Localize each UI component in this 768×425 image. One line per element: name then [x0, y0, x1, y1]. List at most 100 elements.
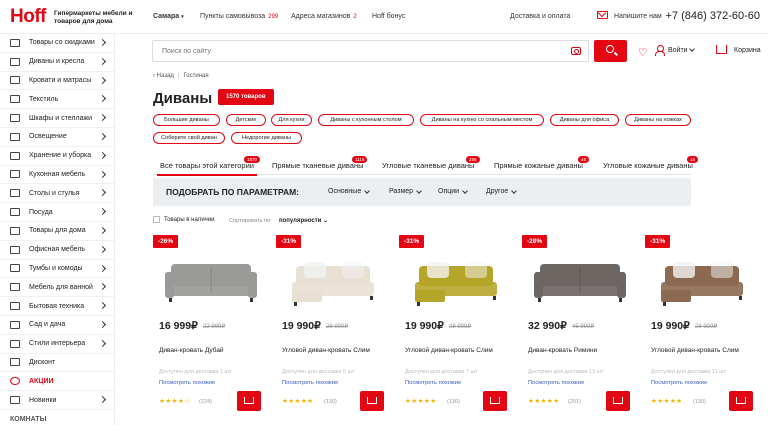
write-us-link[interactable]: Напишите нам	[614, 13, 662, 20]
chip-kitchen[interactable]: Для кухни	[271, 114, 312, 126]
cart-icon[interactable]	[716, 45, 727, 54]
home-goods-icon	[10, 226, 20, 235]
delivery-link[interactable]: Доставка и оплата	[510, 13, 570, 20]
tab-corner-fabric[interactable]: Угловые тканевые диваны	[382, 161, 474, 170]
sidebar-item-styles[interactable]: Стили интерьера	[0, 335, 114, 354]
tab-corner-leather[interactable]: Угловые кожаные диваны	[603, 161, 693, 170]
sidebar-item-garden[interactable]: Сад и дача	[0, 316, 114, 335]
hoff-logo[interactable]: Hoff	[10, 6, 46, 28]
product-image[interactable]	[159, 246, 263, 318]
review-count[interactable]: (130)	[324, 399, 337, 405]
sidebar-item-kitchen[interactable]: Кухонная мебель	[0, 166, 114, 185]
sidebar-item-sofas[interactable]: Диваны и кресла	[0, 53, 114, 72]
appliance-icon	[10, 302, 20, 311]
sidebar-item-dressers[interactable]: Тумбы и комоды	[0, 260, 114, 279]
chip-kitchen-sleeping[interactable]: Диваны на кухню со спальным местом	[420, 114, 544, 126]
add-to-cart-button[interactable]	[606, 391, 630, 411]
chip-kitchen-table[interactable]: Диваны с кухонным столом	[318, 114, 414, 126]
review-count[interactable]: (130)	[447, 399, 460, 405]
sidebar-item-storage[interactable]: Хранение и уборка	[0, 147, 114, 166]
city-selector[interactable]: Самара ▾	[153, 13, 184, 20]
camera-icon[interactable]	[571, 47, 581, 55]
sidebar-item-bathroom[interactable]: Мебель для ванной	[0, 278, 114, 298]
filter-other[interactable]: Другое	[486, 188, 508, 195]
chip-big-sofas[interactable]: Большие диваны	[153, 114, 220, 126]
chip-office[interactable]: Диваны для офиса	[550, 114, 619, 126]
add-to-cart-button[interactable]	[237, 391, 261, 411]
add-to-cart-button[interactable]	[360, 391, 384, 411]
sidebar-item-discount-store[interactable]: Дисконт	[0, 354, 114, 373]
product-name[interactable]: Диван-кровать Дубай	[159, 347, 224, 354]
filter-title: ПОДОБРАТЬ ПО ПАРАМЕТРАМ:	[166, 187, 299, 197]
sidebar-item-promotions[interactable]: АКЦИИ	[0, 372, 114, 392]
similar-link[interactable]: Посмотреть похожие	[405, 380, 461, 386]
sidebar-item-wardrobes[interactable]: Шкафы и стеллажи	[0, 109, 114, 128]
sidebar-item-appliances[interactable]: Бытовая техника	[0, 297, 114, 316]
filter-size[interactable]: Размер	[389, 188, 413, 195]
in-stock-toggle[interactable]: Товары в наличии	[153, 216, 215, 223]
search-button[interactable]	[594, 40, 627, 62]
product-image[interactable]	[651, 246, 755, 318]
review-count[interactable]: (224)	[199, 399, 212, 405]
price: 19 990₽	[651, 320, 690, 332]
similar-link[interactable]: Посмотреть похожие	[282, 380, 338, 386]
review-count[interactable]: (130)	[693, 399, 706, 405]
sidebar-item-discounts[interactable]: Товары со скидками	[0, 34, 114, 53]
cart-link[interactable]: Корзина	[734, 47, 761, 54]
product-name[interactable]: Угловой диван-кровать Слим	[651, 347, 739, 354]
filter-options[interactable]: Опции	[438, 188, 459, 195]
pickup-link[interactable]: Пункты самовывоза 299	[200, 13, 278, 20]
similar-link[interactable]: Посмотреть похожие	[159, 380, 215, 386]
similar-link[interactable]: Посмотреть похожие	[651, 380, 707, 386]
product-card[interactable]: -31% 19 990₽ 28 999₽ Угловой диван-кровать …	[399, 232, 513, 420]
user-icon[interactable]	[655, 45, 665, 56]
breadcrumb-current[interactable]: Гостиная	[183, 73, 208, 79]
chip-legs[interactable]: Диваны на ножках	[625, 114, 691, 126]
bonus-link[interactable]: Hoff бонус	[372, 13, 405, 20]
review-count[interactable]: (291)	[568, 399, 581, 405]
phone-number[interactable]: +7 (846) 372-60-60	[666, 10, 760, 22]
product-card[interactable]: -31% 19 990₽ 28 999₽ Угловой диван-кровать …	[645, 232, 759, 420]
product-image[interactable]	[282, 246, 386, 318]
add-to-cart-button[interactable]	[729, 391, 753, 411]
sidebar-item-beds[interactable]: Кровати и матрасы	[0, 72, 114, 91]
chip-cheap[interactable]: Недорогие диваны	[231, 132, 302, 144]
product-name[interactable]: Диван-кровать Римини	[528, 347, 597, 354]
sidebar-item-home[interactable]: Товары для дома	[0, 222, 114, 241]
add-to-cart-button[interactable]	[483, 391, 507, 411]
tab-straight-fabric[interactable]: Прямые тканевые диваны	[272, 161, 364, 170]
old-price: 28 999₽	[326, 324, 349, 330]
search-input[interactable]	[152, 40, 589, 62]
product-card[interactable]: -28% 32 990₽ 45 999₽ Диван-кровать Римини До…	[522, 232, 636, 420]
product-name[interactable]: Угловой диван-кровать Слим	[282, 347, 370, 354]
sidebar-item-lighting[interactable]: Освещение	[0, 128, 114, 147]
product-image[interactable]	[528, 246, 632, 318]
sidebar-item-office[interactable]: Офисная мебель	[0, 241, 114, 260]
similar-link[interactable]: Посмотреть похожие	[528, 380, 584, 386]
chip-build-own[interactable]: Соберите свой диван	[153, 132, 225, 144]
login-link[interactable]: Войти	[668, 47, 688, 54]
heart-icon[interactable]: ♡	[638, 46, 648, 59]
chip-kids[interactable]: Детские	[226, 114, 266, 126]
chevron-right-icon	[98, 114, 107, 122]
tab-all[interactable]: Все товары этой категории	[157, 161, 257, 176]
in-stock-checkbox[interactable]	[153, 216, 160, 223]
product-card[interactable]: -31% 19 990₽ 28 999₽ Угловой диван-кровать …	[276, 232, 390, 420]
mail-icon[interactable]	[597, 11, 608, 19]
sidebar-item-label: Текстиль	[29, 95, 59, 103]
dishes-icon	[10, 208, 20, 217]
product-name[interactable]: Угловой диван-кровать Слим	[405, 347, 493, 354]
sort-label: Сортировать по:	[229, 218, 272, 224]
stores-link[interactable]: Адреса магазинов 2	[291, 13, 357, 20]
sidebar-item-textile[interactable]: Текстиль	[0, 90, 114, 110]
product-image[interactable]	[405, 246, 509, 318]
sidebar-item-dishes[interactable]: Посуда	[0, 203, 114, 222]
back-link[interactable]: ‹ Назад	[153, 73, 174, 79]
sort-select[interactable]: популярности ⌄	[279, 217, 328, 224]
sidebar-item-new[interactable]: Новинки	[0, 391, 114, 410]
product-card[interactable]: -26% 16 999₽ 22 999₽ Диван-кровать Дубай Дос…	[153, 232, 267, 420]
sidebar-item-tables[interactable]: Столы и стулья	[0, 184, 114, 204]
tab-straight-leather[interactable]: Прямые кожаные диваны	[494, 161, 583, 170]
filter-main[interactable]: Основные	[328, 188, 361, 195]
chevron-right-icon	[98, 132, 107, 141]
